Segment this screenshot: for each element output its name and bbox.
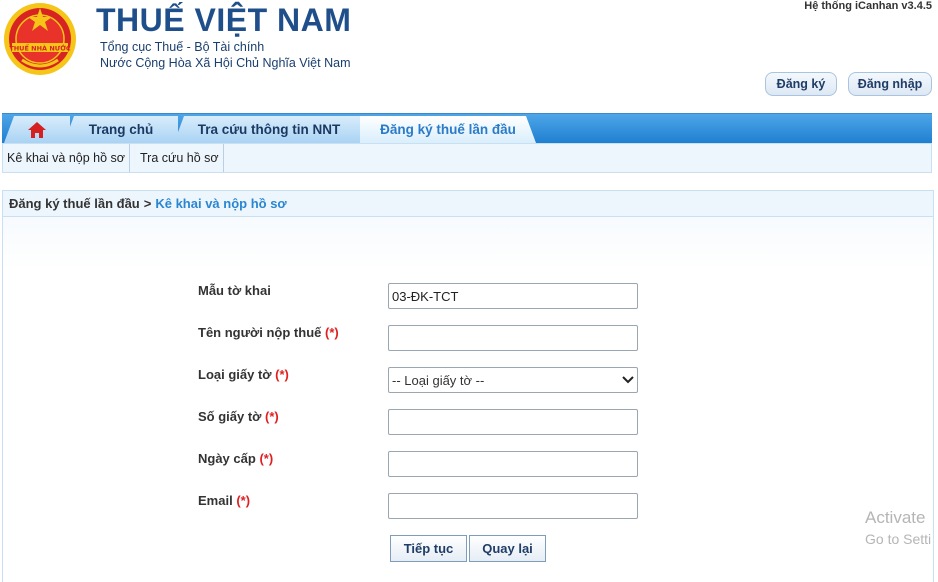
ngay-cap-input[interactable] [388, 451, 638, 477]
required-mark: (*) [265, 409, 279, 424]
system-version: Hệ thống iCanhan v3.4.5 [804, 0, 932, 12]
breadcrumb: Đăng ký thuế lần đầu > Kê khai và nộp hồ… [3, 191, 933, 217]
back-button[interactable]: Quay lại [469, 535, 546, 562]
sub-navbar: Kê khai và nộp hồ sơ Tra cứu hồ sơ [2, 143, 932, 173]
label-so-giay-to: Số giấy tờ (*) [198, 409, 279, 424]
tab-home[interactable] [4, 116, 70, 143]
subnav-item-ke-khai[interactable]: Kê khai và nộp hồ sơ [7, 144, 130, 172]
tax-emblem-logo: THUẾ NHÀ NƯỚC [4, 3, 76, 75]
breadcrumb-parent[interactable]: Đăng ký thuế lần đầu [9, 196, 140, 211]
continue-button[interactable]: Tiếp tục [390, 535, 467, 562]
tab-trang-chu[interactable]: Trang chủ [64, 116, 178, 143]
label-ngay-cap: Ngày cấp (*) [198, 451, 274, 466]
so-giay-to-input[interactable] [388, 409, 638, 435]
login-button[interactable]: Đăng nhập [848, 72, 932, 96]
email-field[interactable] [388, 493, 638, 519]
tab-tra-cuu-nnt[interactable]: Tra cứu thông tin NNT [174, 116, 364, 143]
main-navbar: Trang chủ Tra cứu thông tin NNT Đăng ký … [2, 113, 932, 143]
svg-text:THUẾ NHÀ NƯỚC: THUẾ NHÀ NƯỚC [9, 43, 71, 53]
register-button[interactable]: Đăng ký [765, 72, 837, 96]
ten-nguoi-nop-thue-input[interactable] [388, 325, 638, 351]
label-loai-giay-to: Loại giấy tờ (*) [198, 367, 289, 382]
breadcrumb-current: Kê khai và nộp hồ sơ [155, 196, 287, 211]
required-mark: (*) [236, 493, 251, 508]
required-mark: (*) [275, 367, 289, 382]
label-email: Email (*) [198, 493, 251, 508]
subnav-item-tra-cuu-ho-so[interactable]: Tra cứu hồ sơ [140, 144, 224, 172]
label-ten-nguoi-nop-thue: Tên người nộp thuế (*) [198, 325, 339, 340]
tab-dang-ky-thue[interactable]: Đăng ký thuế lần đầu [360, 116, 536, 143]
required-mark: (*) [325, 325, 339, 340]
activate-watermark-subtitle: Go to Setti [865, 531, 932, 547]
site-subtitle-country: Nước Cộng Hòa Xã Hội Chủ Nghĩa Việt Nam [100, 56, 351, 70]
breadcrumb-separator: > [143, 196, 152, 211]
mau-to-khai-input[interactable] [388, 283, 638, 309]
loai-giay-to-selected: -- Loại giấy tờ -- [392, 372, 485, 388]
activate-watermark-title: Activate [865, 508, 926, 527]
label-mau-to-khai: Mẫu tờ khai [198, 283, 271, 298]
loai-giay-to-select[interactable]: -- Loại giấy tờ -- [388, 367, 638, 393]
site-title: THUẾ VIỆT NAM [96, 2, 352, 38]
site-subtitle-ministry: Tổng cục Thuế - Bộ Tài chính [100, 40, 265, 54]
required-mark: (*) [259, 451, 274, 466]
home-icon [28, 121, 46, 138]
chevron-down-icon [622, 376, 634, 384]
